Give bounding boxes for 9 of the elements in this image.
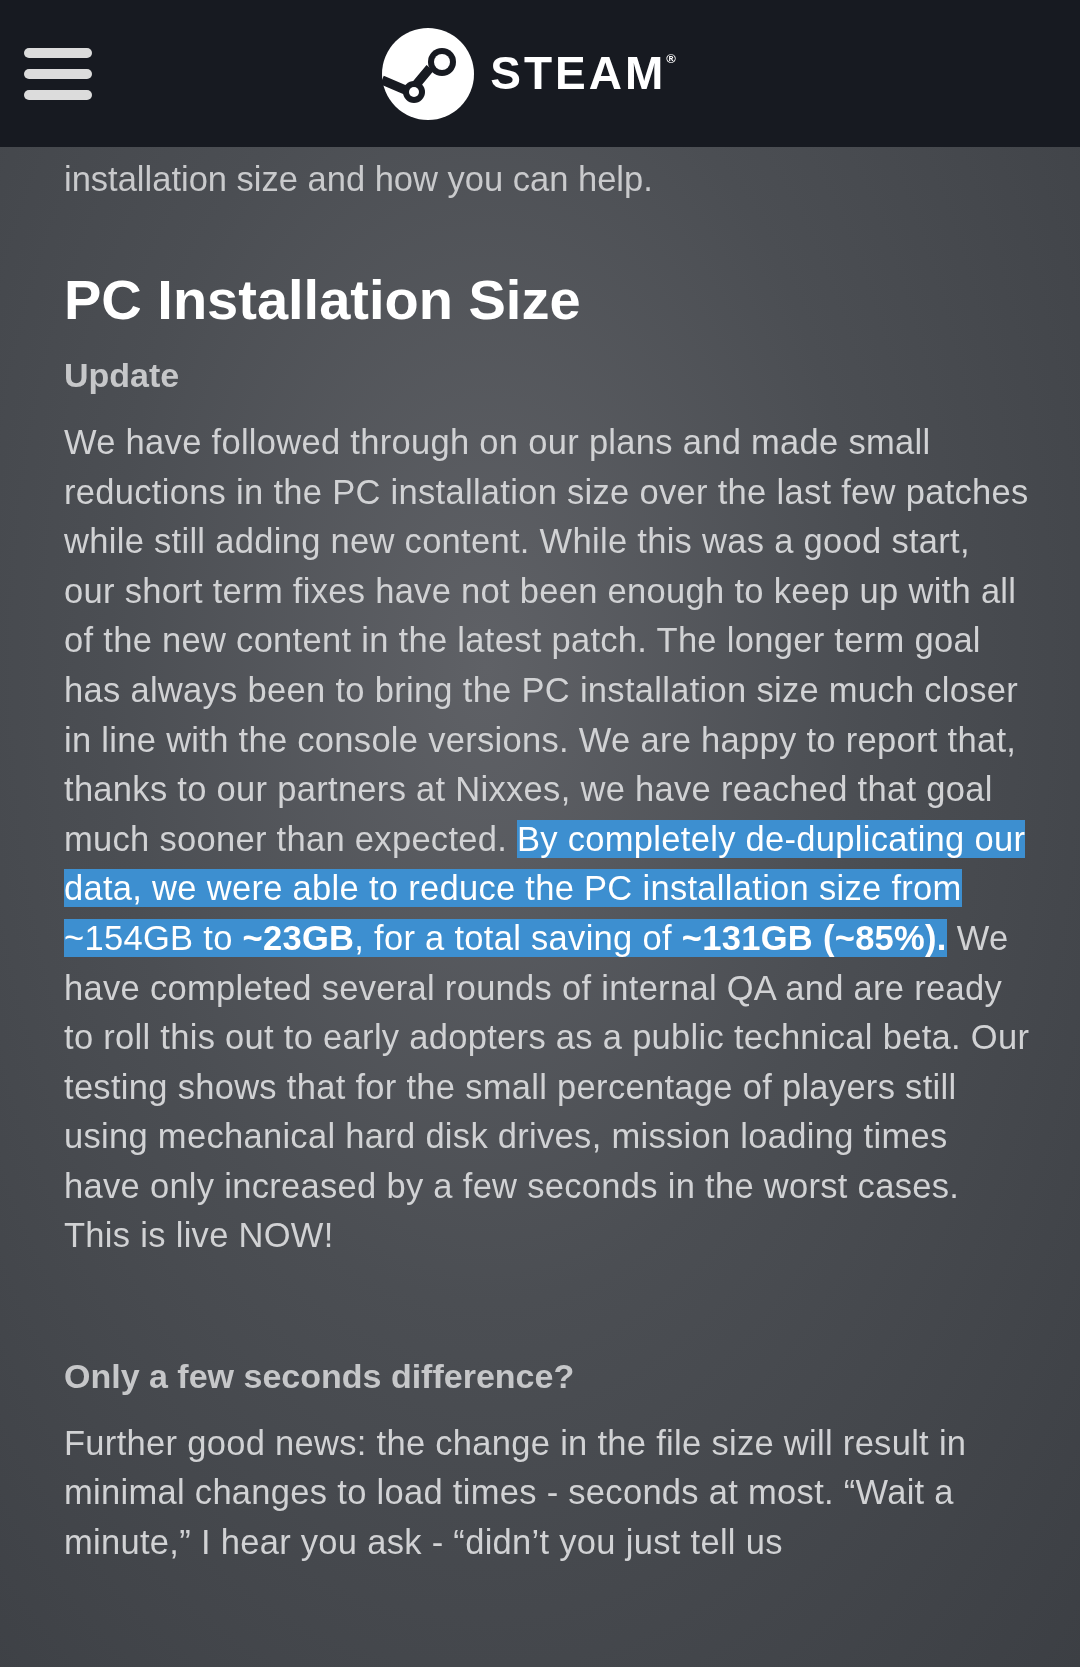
section-heading: PC Installation Size bbox=[64, 267, 582, 333]
paragraph-text: installation size and how you can help. bbox=[64, 159, 654, 200]
paragraph-text: Further good news: the change in the file size will result in minimal changes to load times - seconds at most. “Wait a minute,” I hear you ask - “didn’t you just tell us bbox=[64, 1422, 968, 1564]
subheading: Update bbox=[64, 355, 181, 396]
paragraph-text: We have followed through on our plans and made small reductions in the PC installation size over the last few patches while still adding new content. While this was a good start, our short term fixes have not been enough to keep up with all of the new content in the latest patch. The longer term goal has always been to bring the PC installation size much closer in line with the console versions. We are happy to report that, thanks to our partners at Nixxes, we have reached that goal much sooner than expected. By completely de-duplicating our data, we were able to reduce the PC installation size from ~154GB to ~23GB, for a total saving of ~131GB (~85%). We have completed several rounds of internal QA and are ready to roll this out to early adopters as a public technical beta. Our testing shows that for the small percentage of players still using mechanical hard disk drives, mission loading times have only increased by a few seconds in the worst cases. This is live NOW! bbox=[64, 422, 1030, 1257]
subheading: Only a few seconds difference? bbox=[64, 1356, 576, 1397]
logo-icon bbox=[382, 27, 475, 120]
brand-name[interactable]: STEAM$^{®}$ bbox=[490, 39, 676, 108]
menu-icon[interactable] bbox=[24, 45, 92, 102]
